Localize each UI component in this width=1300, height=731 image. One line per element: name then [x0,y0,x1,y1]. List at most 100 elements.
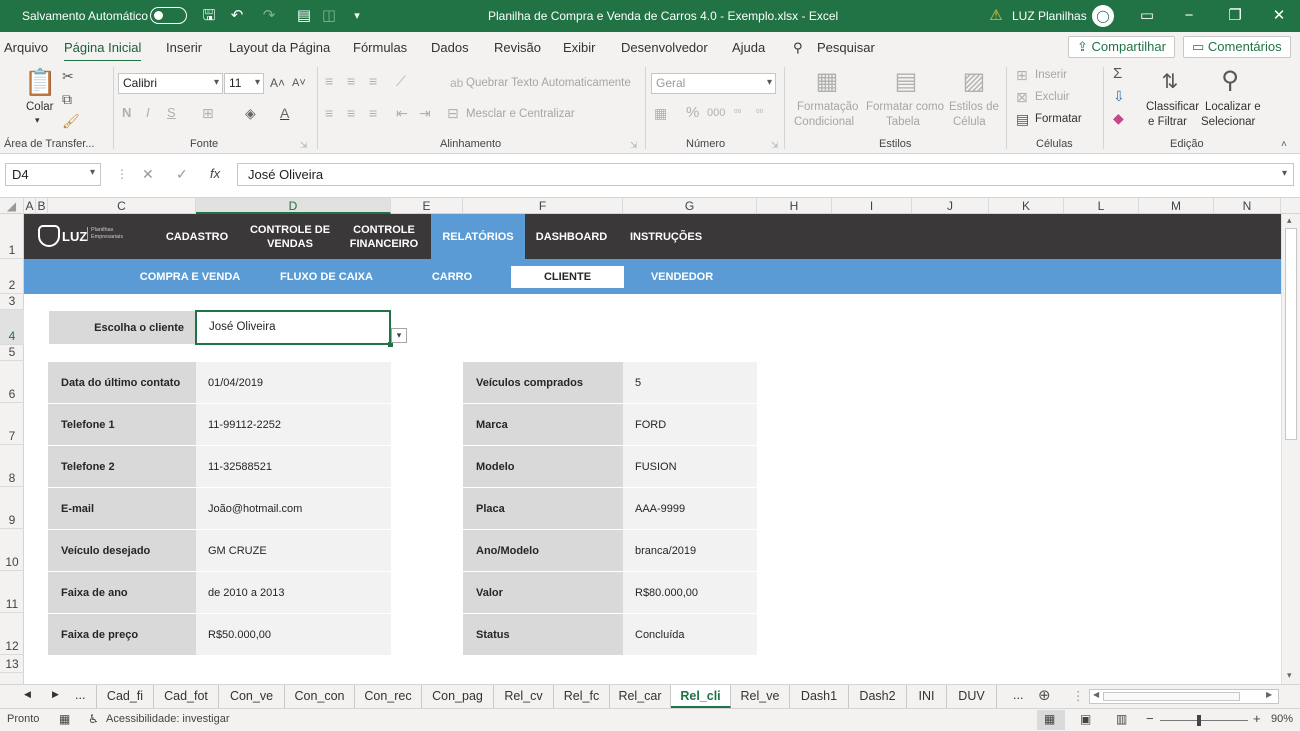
column-header[interactable]: C [48,198,196,214]
italic-icon[interactable]: I [146,105,150,121]
user-name[interactable]: LUZ Planilhas [1012,9,1087,23]
tab-dados[interactable]: Dados [431,40,469,55]
align-top-icon[interactable]: ≡ [325,73,333,89]
horizontal-scroll-thumb[interactable] [1103,692,1240,701]
zoom-out-icon[interactable]: − [1146,711,1154,726]
collapse-ribbon-icon[interactable]: ˄ [1281,137,1287,153]
sheet-tab[interactable]: Dash1 [790,685,849,708]
prev-sheet-icon[interactable]: ◀ [24,689,31,700]
find-select-label-2[interactable]: Selecionar [1201,116,1255,128]
field-value[interactable]: 11-99112-2252 [196,404,391,446]
tab-inserir[interactable]: Inserir [166,40,202,55]
clear-icon[interactable]: ◆ [1113,110,1124,126]
sheet-tab[interactable]: Con_rec [355,685,422,708]
cell-styles-label-2[interactable]: Célula [953,116,986,128]
column-header[interactable]: H [757,198,832,214]
field-value[interactable]: FORD [623,404,757,446]
page-break-view-icon[interactable]: ▥ [1116,712,1127,726]
zoom-in-icon[interactable]: + [1253,711,1261,726]
subnav-carro[interactable]: CARRO [404,266,500,288]
nav-controle-financeiro[interactable]: CONTROLE FINANCEIRO [342,214,426,259]
row-header[interactable]: 9 [0,487,24,529]
align-bottom-icon[interactable]: ≡ [369,73,377,89]
insert-function-icon[interactable]: fx [210,166,220,181]
decrease-decimal-icon[interactable]: ⁰⁰ [756,105,763,121]
row-header[interactable]: 3 [0,294,24,310]
row-header[interactable]: 11 [0,571,24,613]
align-left-icon[interactable]: ≡ [325,105,333,121]
sheet-tab[interactable]: Cad_fi [96,685,154,708]
wrap-text-label[interactable]: Quebrar Texto Automaticamente [466,77,631,89]
field-value[interactable]: FUSION [623,446,757,488]
camera-icon[interactable]: ◫ [320,7,338,25]
client-select-cell[interactable]: José Oliveira [195,310,391,345]
add-sheet-icon[interactable]: ⊕ [1038,686,1051,704]
row-header[interactable]: 1 [0,214,24,259]
undo-icon[interactable]: ↶ [228,7,246,25]
field-value[interactable]: R$50.000,00 [196,614,391,656]
subnav-cliente[interactable]: CLIENTE [511,266,624,288]
format-table-icon[interactable]: ▤ [891,68,921,96]
expand-formula-icon[interactable]: ▾ [1282,168,1287,179]
column-header[interactable]: G [623,198,757,214]
customize-toolbar-icon[interactable]: ▾ [348,7,366,25]
font-name-select[interactable]: Calibri [118,73,223,94]
subnav-vendedor[interactable]: VENDEDOR [634,266,730,288]
ribbon-display-icon[interactable]: ▭ [1138,7,1156,25]
borders-icon[interactable]: ⊞ [202,105,214,121]
sort-filter-icon[interactable]: ⇅ [1155,68,1185,96]
underline-icon[interactable]: S [167,105,176,121]
row-header[interactable]: 7 [0,403,24,445]
number-dialog-launcher-icon[interactable]: ⇲ [771,137,779,153]
field-value[interactable]: GM CRUZE [196,530,391,572]
sheet-tab[interactable]: INI [907,685,947,708]
find-icon[interactable]: ⚲ [1215,66,1245,96]
restore-icon[interactable]: ❐ [1226,7,1244,25]
sheet-tab[interactable]: Con_ve [219,685,285,708]
cancel-formula-icon[interactable]: ✕ [142,166,154,183]
next-sheet-icon[interactable]: ▶ [52,689,59,700]
align-center-icon[interactable]: ≡ [347,105,355,121]
subnav-fluxo-caixa[interactable]: FLUXO DE CAIXA [269,266,384,288]
sheet-tab[interactable]: Rel_ve [731,685,790,708]
scroll-thumb[interactable] [1285,228,1297,440]
redo-icon[interactable]: ↷ [260,7,278,25]
more-sheets-right[interactable]: ... [1013,688,1023,702]
sheet-tab[interactable]: Cad_fot [154,685,219,708]
alignment-dialog-launcher-icon[interactable]: ⇲ [630,137,638,153]
sheet-tab[interactable]: DUV [947,685,997,708]
font-color-icon[interactable]: A [280,105,289,121]
nav-instrucoes[interactable]: INSTRUÇÕES [622,214,710,259]
column-header[interactable]: E [391,198,463,214]
field-value[interactable]: Concluída [623,614,757,656]
page-layout-view-icon[interactable]: ▣ [1080,712,1091,726]
nav-relatorios[interactable]: RELATÓRIOS [431,214,525,259]
field-value[interactable]: branca/2019 [623,530,757,572]
column-header[interactable]: M [1139,198,1214,214]
zoom-slider-thumb[interactable] [1197,715,1201,726]
sort-filter-label-1[interactable]: Classificar [1146,101,1199,113]
delete-cells-icon[interactable]: ⊠ [1016,89,1028,105]
share-button[interactable]: ⇪ Compartilhar [1068,36,1175,58]
minimize-icon[interactable]: − [1180,7,1198,25]
zoom-slider[interactable] [1160,720,1248,721]
sheet-tab-active[interactable]: Rel_cli [671,685,731,708]
sheet-tab[interactable]: Con_con [285,685,355,708]
field-value[interactable]: 11-32588521 [196,446,391,488]
increase-decimal-icon[interactable]: ⁰⁰ [734,105,741,121]
scroll-left-icon[interactable]: ◀ [1093,690,1099,699]
scroll-down-icon[interactable]: ▾ [1287,670,1292,681]
font-dialog-launcher-icon[interactable]: ⇲ [300,137,308,153]
row-header[interactable]: 5 [0,345,24,361]
align-right-icon[interactable]: ≡ [369,105,377,121]
tab-revisao[interactable]: Revisão [494,40,541,55]
cond-format-label-2[interactable]: Condicional [794,116,854,128]
field-value[interactable]: R$80.000,00 [623,572,757,614]
column-header[interactable]: F [463,198,623,214]
accounting-format-icon[interactable]: ▦ [654,105,667,121]
macro-record-icon[interactable]: ▦ [59,712,70,726]
cell-styles-icon[interactable]: ▨ [959,68,989,96]
wrap-text-icon[interactable]: ab [450,75,463,91]
field-value[interactable]: 5 [623,362,757,404]
name-box[interactable]: D4 [5,163,101,186]
